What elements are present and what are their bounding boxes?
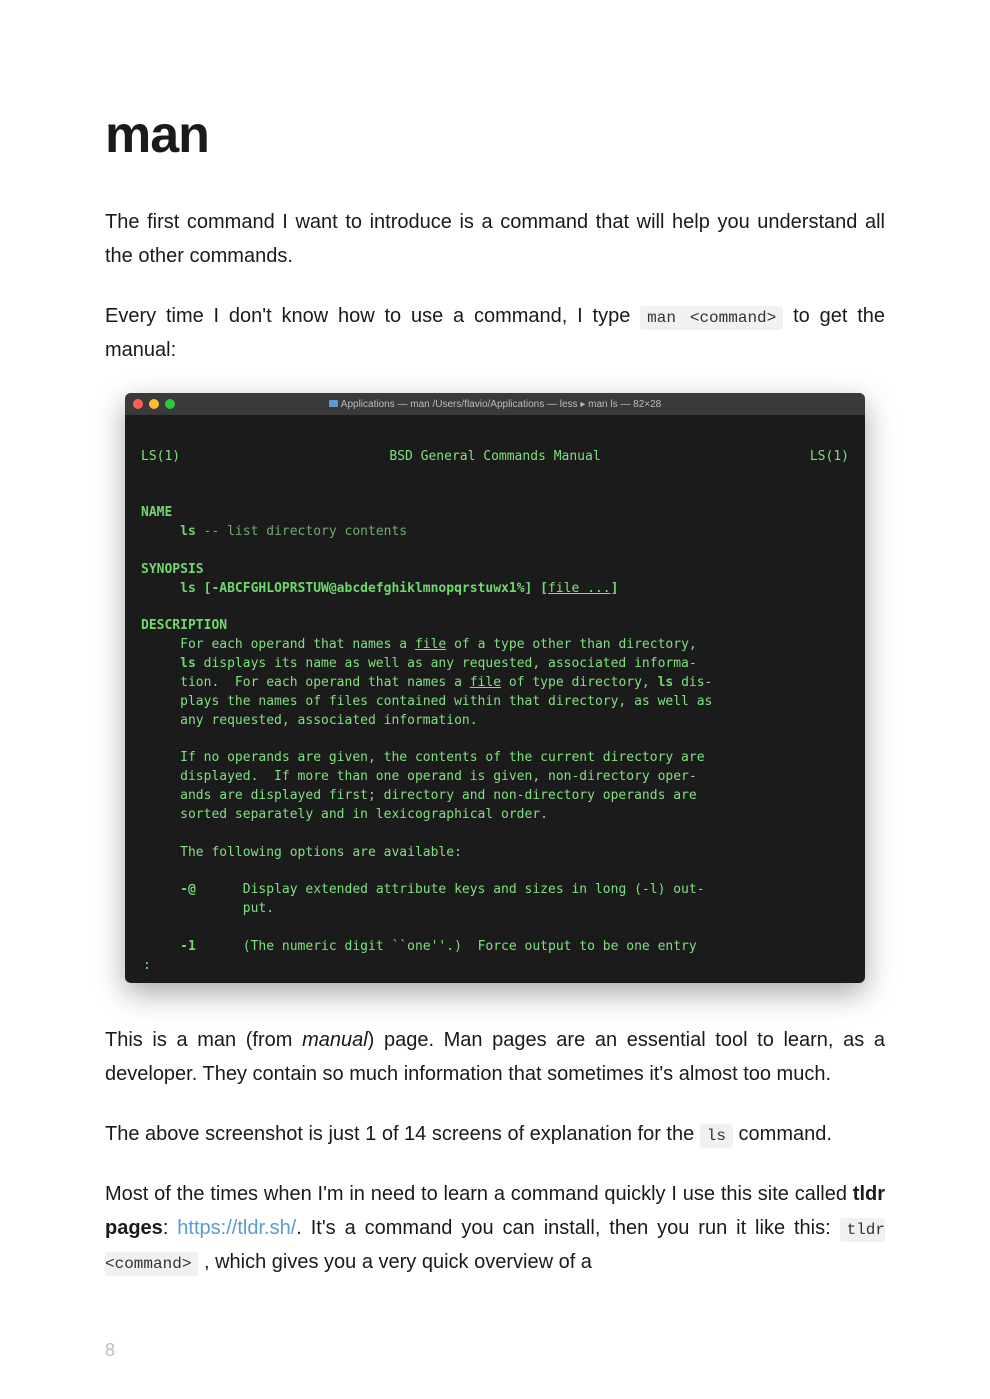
text: : bbox=[163, 1217, 177, 1239]
man-option-flag: -1 bbox=[180, 939, 196, 954]
text: For each operand that names a bbox=[180, 637, 415, 652]
page: man The first command I want to introduc… bbox=[0, 0, 990, 1399]
paragraph: This is a man (from manual) page. Man pa… bbox=[105, 1023, 885, 1091]
man-cmd: ls bbox=[180, 656, 196, 671]
text: plays the names of files contained withi… bbox=[180, 694, 712, 709]
window-controls bbox=[133, 399, 175, 409]
text: dis- bbox=[673, 675, 712, 690]
paragraph: Most of the times when I'm in need to le… bbox=[105, 1177, 885, 1279]
terminal-body: LS(1) BSD General Commands Manual LS(1) NA… bbox=[125, 415, 865, 983]
maximize-icon[interactable] bbox=[165, 399, 175, 409]
less-prompt[interactable]: : bbox=[141, 958, 151, 973]
text: of a type other than directory, bbox=[446, 637, 696, 652]
man-header-right: LS(1) bbox=[810, 448, 849, 467]
man-cmd: ls bbox=[180, 581, 196, 596]
terminal-window: Applications — man /Users/flavio/Applica… bbox=[125, 393, 865, 983]
text: list directory contents bbox=[227, 524, 407, 539]
man-arg: file ... bbox=[548, 581, 611, 596]
text: (The numeric digit ``one''.) Force outpu… bbox=[243, 939, 697, 954]
man-section-description: DESCRIPTION bbox=[141, 618, 227, 633]
text-italic: manual bbox=[302, 1029, 368, 1051]
page-number: 8 bbox=[105, 1340, 115, 1361]
text: The above screenshot is just 1 of 14 scr… bbox=[105, 1123, 700, 1145]
inline-code: ls bbox=[700, 1124, 733, 1148]
man-arg: file bbox=[415, 637, 446, 652]
text: ] bbox=[611, 581, 619, 596]
paragraph: The above screenshot is just 1 of 14 scr… bbox=[105, 1117, 885, 1151]
text: sorted separately and in lexicographical… bbox=[180, 807, 548, 822]
text: The following options are available: bbox=[180, 845, 462, 860]
text: displayed. If more than one operand is g… bbox=[180, 769, 697, 784]
text: , which gives you a very quick overview … bbox=[198, 1251, 592, 1273]
man-option-flag: -@ bbox=[180, 882, 196, 897]
man-section-synopsis: SYNOPSIS bbox=[141, 562, 204, 577]
tldr-link[interactable]: https://tldr.sh/ bbox=[177, 1217, 296, 1239]
text: -- bbox=[196, 524, 227, 539]
terminal-titlebar: Applications — man /Users/flavio/Applica… bbox=[125, 393, 865, 415]
text: tion. For each operand that names a bbox=[180, 675, 470, 690]
inline-code: man <command> bbox=[640, 306, 783, 330]
paragraph: The first command I want to introduce is… bbox=[105, 205, 885, 273]
man-header-center: BSD General Commands Manual bbox=[389, 448, 600, 467]
text: of type directory, bbox=[501, 675, 658, 690]
text: Display extended attribute keys and size… bbox=[243, 882, 705, 897]
text: displays its name as well as any request… bbox=[196, 656, 697, 671]
text: Every time I don't know how to use a com… bbox=[105, 305, 640, 327]
man-section-name: NAME bbox=[141, 505, 172, 520]
paragraph: Every time I don't know how to use a com… bbox=[105, 299, 885, 367]
text: ands are displayed first; directory and … bbox=[180, 788, 697, 803]
text: any requested, associated information. bbox=[180, 713, 477, 728]
text: command. bbox=[733, 1123, 832, 1145]
text: put. bbox=[243, 901, 274, 916]
text: If no operands are given, the contents o… bbox=[180, 750, 704, 765]
text: Most of the times when I'm in need to le… bbox=[105, 1183, 853, 1205]
page-title: man bbox=[105, 105, 885, 165]
man-arg: file bbox=[470, 675, 501, 690]
minimize-icon[interactable] bbox=[149, 399, 159, 409]
terminal-title-text: Applications — man /Users/flavio/Applica… bbox=[341, 399, 661, 410]
folder-icon bbox=[329, 400, 338, 407]
man-cmd: ls bbox=[658, 675, 674, 690]
close-icon[interactable] bbox=[133, 399, 143, 409]
text: This is a man (from bbox=[105, 1029, 302, 1051]
man-cmd: ls bbox=[180, 524, 196, 539]
terminal-title: Applications — man /Users/flavio/Applica… bbox=[125, 399, 865, 410]
text: . It's a command you can install, then y… bbox=[296, 1217, 839, 1239]
text: [-ABCFGHLOPRSTUW@abcdefghiklmnopqrstuwx1… bbox=[196, 581, 548, 596]
man-header-left: LS(1) bbox=[141, 448, 180, 467]
